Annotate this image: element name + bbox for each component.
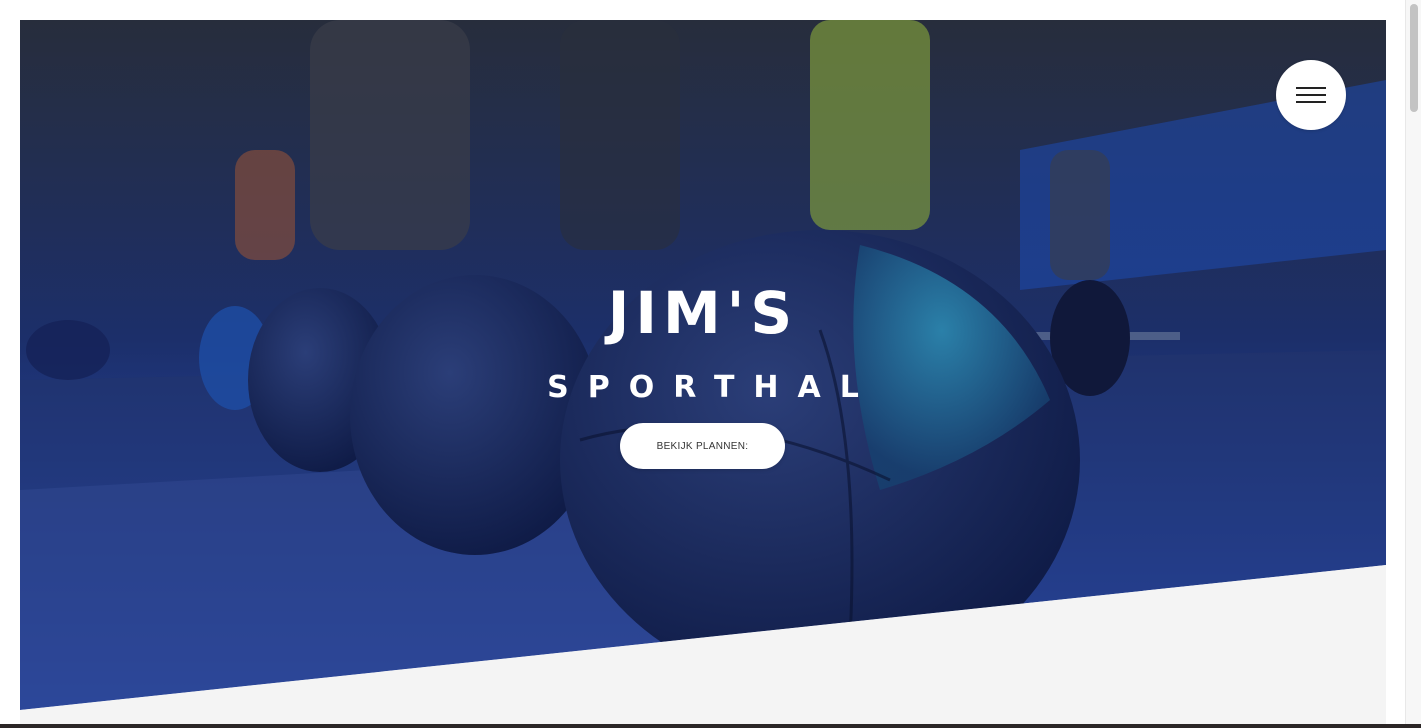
- bottom-edge-divider: [0, 724, 1421, 728]
- view-plans-button[interactable]: BEKIJK PLANNEN:: [620, 423, 785, 469]
- menu-button[interactable]: [1276, 60, 1346, 130]
- hero-section: JIM'S SPORTHAL BEKIJK PLANNEN:: [20, 20, 1386, 728]
- hero-title: JIM'S: [607, 279, 799, 347]
- scrollbar-thumb[interactable]: [1410, 4, 1418, 112]
- hero-subtitle: SPORTHAL: [547, 370, 878, 405]
- page-frame: JIM'S SPORTHAL BEKIJK PLANNEN:: [20, 20, 1386, 728]
- vertical-scrollbar[interactable]: [1405, 0, 1421, 728]
